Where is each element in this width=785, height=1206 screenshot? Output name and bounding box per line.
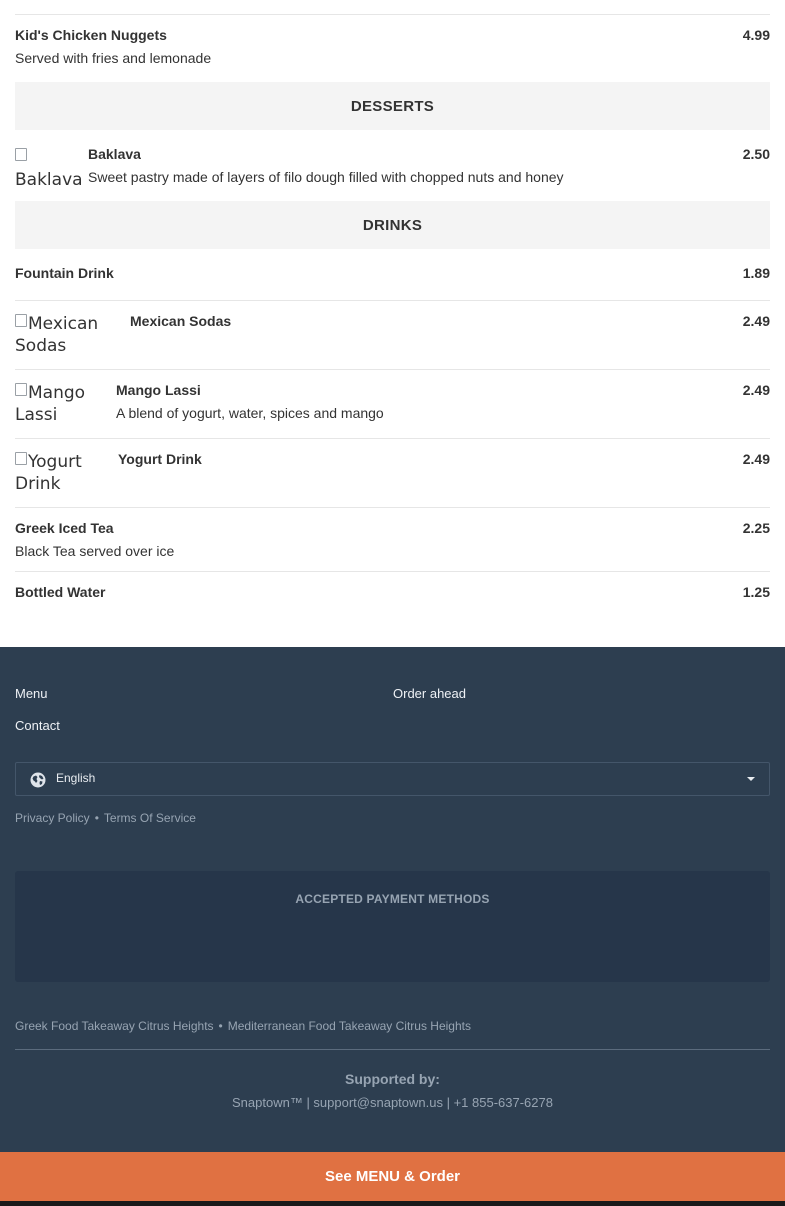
privacy-policy-link[interactable]: Privacy Policy — [15, 811, 90, 825]
item-name: Kid's Chicken Nuggets — [15, 27, 167, 43]
seo-links: Greek Food Takeaway Citrus Heights • Medit… — [15, 1019, 471, 1033]
seo-link-greek-food[interactable]: Greek Food Takeaway Citrus Heights — [15, 1019, 214, 1033]
language-select-value: English — [56, 771, 96, 785]
item-description: Black Tea served over ice — [15, 543, 175, 559]
item-price: 1.25 — [742, 584, 770, 600]
footer-link-contact[interactable]: Contact — [15, 718, 60, 733]
item-divider — [15, 438, 770, 439]
item-image: Baklava — [15, 147, 85, 191]
item-description: Served with fries and lemonade — [15, 50, 212, 66]
item-price: 2.25 — [742, 520, 770, 536]
item-description: A blend of yogurt, water, spices and man… — [116, 405, 384, 421]
item-price: 4.99 — [742, 27, 770, 43]
item-image: Mexican Sodas — [15, 313, 125, 357]
item-price: 2.49 — [742, 313, 770, 329]
seo-separator: • — [218, 1019, 223, 1033]
item-image-alt: Baklava — [15, 170, 83, 190]
bottom-strip — [0, 1201, 785, 1206]
legal-separator: • — [94, 811, 99, 825]
broken-image-icon — [15, 452, 27, 465]
item-image: Yogurt Drink — [15, 451, 115, 495]
item-price: 2.49 — [742, 451, 770, 467]
broken-image-icon — [15, 314, 27, 327]
site-footer: Menu Order ahead Contact English Privacy… — [0, 647, 785, 1152]
footer-link-menu[interactable]: Menu — [15, 686, 48, 701]
terms-of-service-link[interactable]: Terms Of Service — [104, 811, 196, 825]
language-select[interactable]: English — [15, 762, 770, 796]
footer-link-order-ahead[interactable]: Order ahead — [393, 686, 466, 701]
support-contact-line[interactable]: Snaptown™ | support@snaptown.us | +1 855… — [0, 1095, 785, 1110]
seo-link-mediterranean-food[interactable]: Mediterranean Food Takeaway Citrus Heigh… — [228, 1019, 471, 1033]
item-name: Mango Lassi — [116, 382, 201, 398]
legal-links: Privacy Policy • Terms Of Service — [15, 811, 196, 825]
item-name: Yogurt Drink — [118, 451, 202, 467]
section-header-desserts: DESSERTS — [15, 82, 770, 130]
item-price: 2.49 — [742, 382, 770, 398]
item-description: Sweet pastry made of layers of filo doug… — [88, 169, 564, 185]
payment-methods-title: ACCEPTED PAYMENT METHODS — [295, 892, 490, 906]
item-image: Mango Lassi — [15, 382, 110, 426]
item-price: 1.89 — [742, 265, 770, 281]
supported-by-label: Supported by: — [345, 1071, 440, 1087]
footer-divider — [15, 1049, 770, 1050]
item-divider — [15, 369, 770, 370]
chevron-down-icon — [747, 777, 755, 781]
item-divider — [15, 300, 770, 301]
broken-image-icon — [15, 383, 27, 396]
payment-methods-panel: ACCEPTED PAYMENT METHODS — [15, 871, 770, 982]
item-name: Bottled Water — [15, 584, 106, 600]
broken-image-icon — [15, 148, 27, 161]
item-name: Mexican Sodas — [130, 313, 232, 329]
item-name: Greek Iced Tea — [15, 520, 114, 536]
item-name: Fountain Drink — [15, 265, 114, 281]
see-menu-order-button[interactable]: See MENU & Order — [0, 1152, 785, 1201]
menu-list: Kid's Chicken Nuggets 4.99 Served with f… — [0, 0, 785, 647]
section-header-drinks: DRINKS — [15, 201, 770, 249]
item-price: 2.50 — [742, 146, 770, 162]
item-divider — [15, 14, 770, 15]
item-divider — [15, 571, 770, 572]
item-divider — [15, 507, 770, 508]
item-name: Baklava — [88, 146, 141, 162]
globe-icon — [30, 772, 46, 788]
item-image-alt: Mexican Sodas — [15, 314, 99, 356]
